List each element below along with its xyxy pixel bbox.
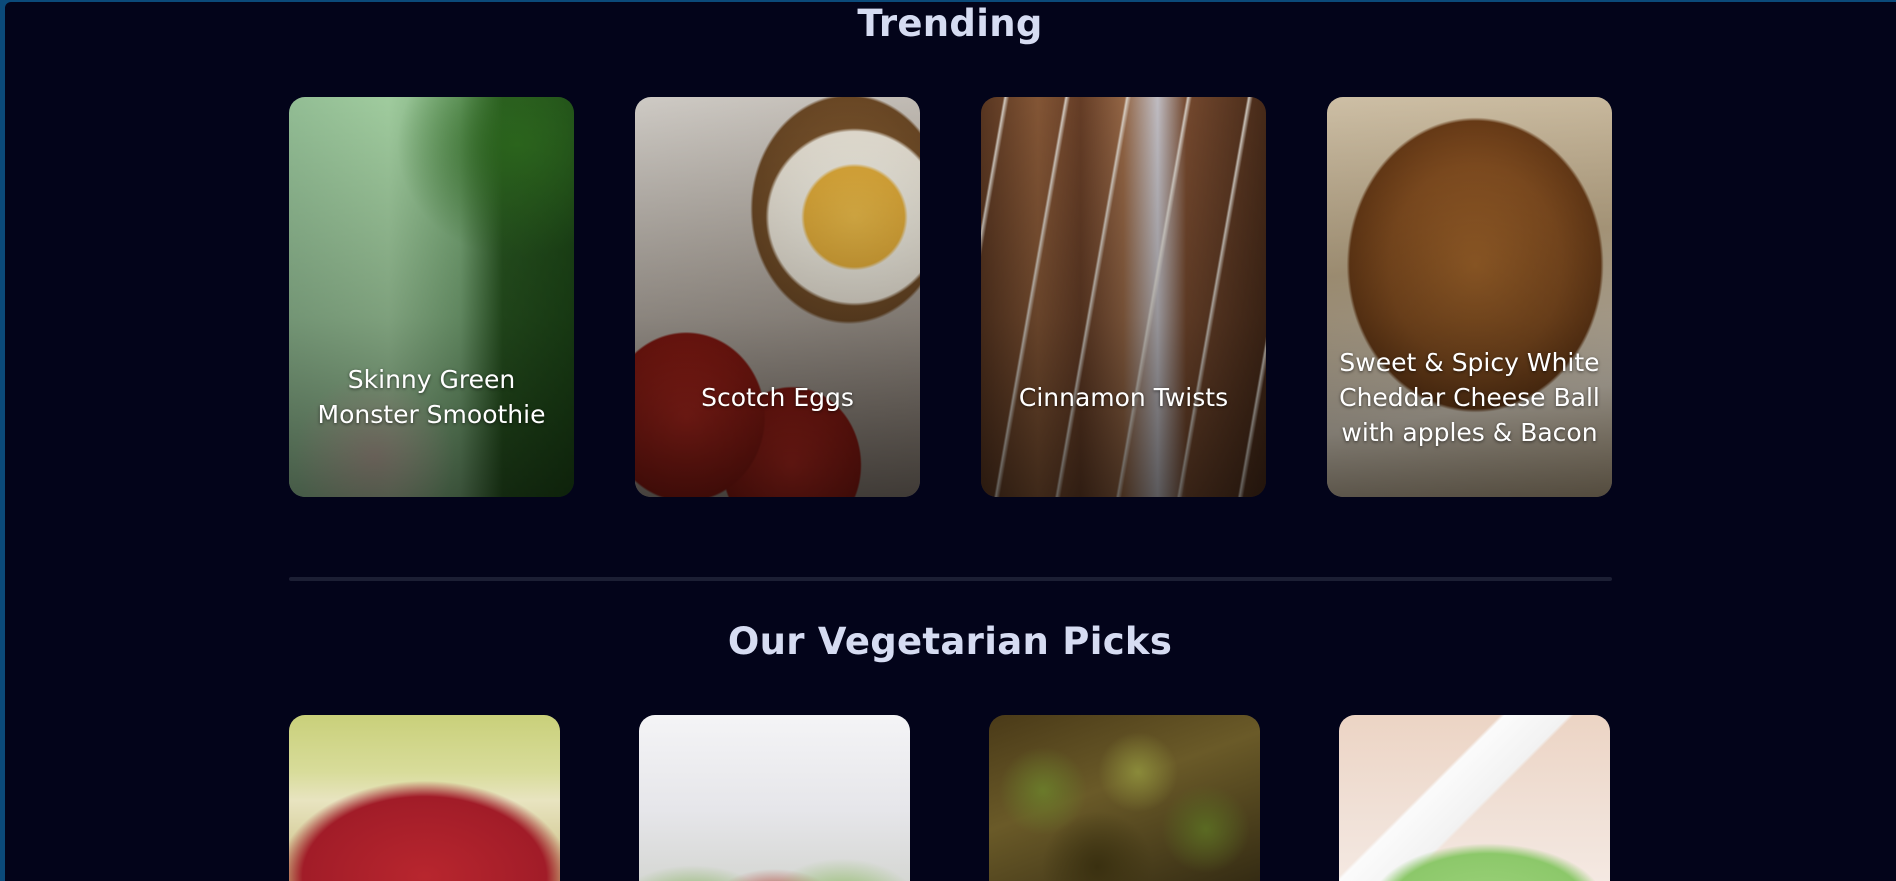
page-container: Trending Skinny Green Monster Smoothie S… bbox=[5, 2, 1896, 881]
vegetarian-heading: Our Vegetarian Picks bbox=[727, 620, 1173, 663]
recipe-title: Cinnamon Twists bbox=[1018, 382, 1229, 412]
recipe-card-skinny-green-monster-smoothie[interactable]: Skinny Green Monster Smoothie bbox=[289, 97, 574, 497]
vegetarian-card-2[interactable] bbox=[639, 715, 910, 881]
recipe-photo bbox=[1339, 715, 1610, 881]
recipe-card-scotch-eggs[interactable]: Scotch Eggs bbox=[635, 97, 920, 497]
recipe-title: Sweet & Spicy White Cheddar Cheese Ball … bbox=[1339, 347, 1600, 447]
section-divider bbox=[289, 577, 1612, 581]
trending-heading: Trending bbox=[857, 2, 1043, 45]
recipe-photo bbox=[639, 715, 910, 881]
recipe-photo bbox=[289, 715, 560, 881]
vegetarian-card-1[interactable] bbox=[289, 715, 560, 881]
recipe-card-cheddar-cheese-ball[interactable]: Sweet & Spicy White Cheddar Cheese Ball … bbox=[1327, 97, 1612, 497]
recipe-photo bbox=[989, 715, 1260, 881]
vegetarian-card-3[interactable] bbox=[989, 715, 1260, 881]
recipe-card-cinnamon-twists[interactable]: Cinnamon Twists bbox=[981, 97, 1266, 497]
recipe-title: Scotch Eggs bbox=[701, 382, 854, 412]
vegetarian-card-4[interactable] bbox=[1339, 715, 1610, 881]
recipe-title: Skinny Green Monster Smoothie bbox=[317, 365, 546, 429]
